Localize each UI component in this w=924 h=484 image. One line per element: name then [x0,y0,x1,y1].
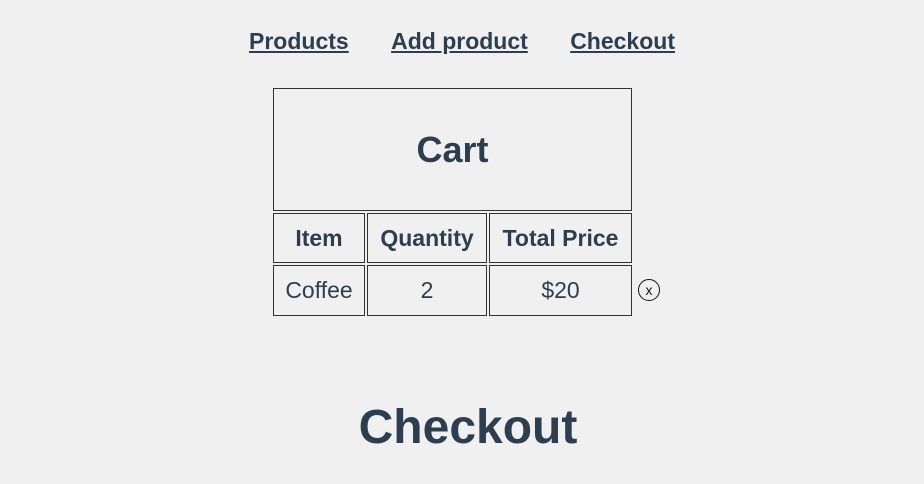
table-row: Coffee 2 $20 [273,265,632,316]
nav-link-add-product[interactable]: Add product [391,28,528,54]
column-header-item: Item [273,213,365,263]
cart-title: Cart [273,88,632,211]
cell-item: Coffee [273,265,365,316]
checkout-heading: Checkout [358,401,578,454]
nav-link-products[interactable]: Products [249,28,349,54]
column-header-total-price: Total Price [489,213,632,263]
cart-table: Cart Item Quantity Total Price Coffee 2 … [271,86,634,318]
remove-item-button[interactable]: x [638,279,660,301]
main-nav: Products Add product Checkout [0,28,924,55]
cell-quantity: 2 [367,265,487,316]
column-header-quantity: Quantity [367,213,487,263]
cell-total-price: $20 [489,265,632,316]
nav-link-checkout[interactable]: Checkout [570,28,675,54]
